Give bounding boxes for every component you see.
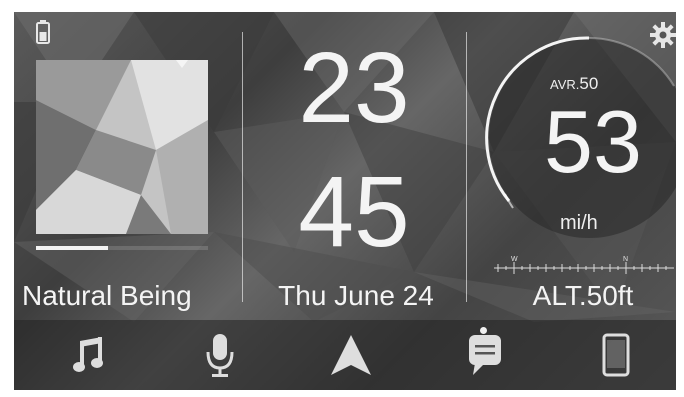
panel-divider	[242, 32, 243, 302]
speed-unit: mi/h	[560, 212, 598, 234]
voice-button[interactable]	[180, 320, 260, 390]
album-art-image	[36, 60, 208, 234]
battery-icon	[36, 20, 50, 44]
compass-scale: W N	[494, 256, 674, 274]
date-label: Thu June 24	[278, 280, 434, 311]
clock-hours: 23	[298, 32, 410, 144]
compass-north-label: N	[623, 256, 628, 263]
notification-dot	[480, 327, 487, 334]
music-note-icon	[73, 337, 103, 372]
phone-icon	[602, 333, 630, 377]
average-speed-value: 50	[579, 74, 599, 93]
clock-minutes: 45	[298, 156, 410, 268]
album-art[interactable]	[36, 60, 208, 234]
microphone-icon	[206, 334, 234, 377]
average-speed: AVR.50	[550, 74, 598, 94]
phone-button[interactable]	[576, 320, 656, 390]
navigation-arrow-icon	[331, 335, 371, 375]
bottom-nav-bar	[14, 320, 676, 390]
media-progress-bar[interactable]	[36, 246, 208, 250]
head-unit-screen: Natural Being 23 45 Thu June 24 AVR.50 5…	[14, 12, 676, 390]
current-speed: 53	[544, 92, 642, 191]
message-icon	[469, 335, 501, 375]
average-speed-label: AVR.	[550, 77, 580, 92]
media-progress-fill	[36, 246, 109, 250]
panel-divider	[466, 32, 467, 302]
altitude-label: ALT.50ft	[532, 280, 634, 311]
song-title: Natural Being	[22, 280, 192, 311]
music-button[interactable]	[49, 320, 129, 390]
compass-west-label: W	[511, 256, 518, 263]
navigation-button[interactable]	[311, 320, 391, 390]
